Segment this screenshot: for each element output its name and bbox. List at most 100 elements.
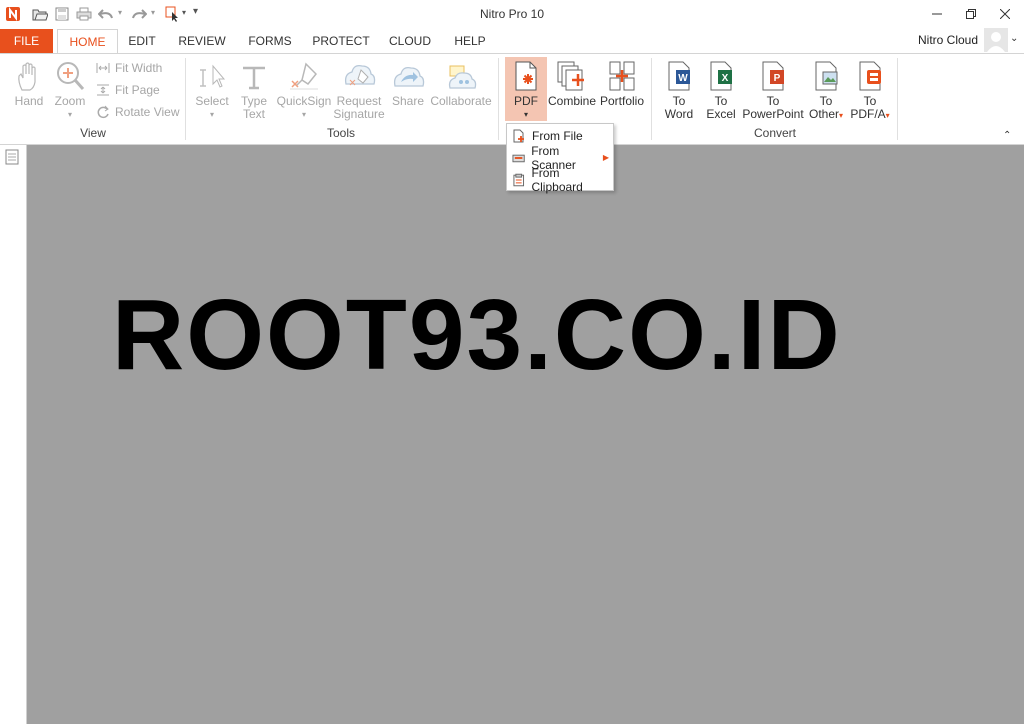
avatar[interactable] <box>984 28 1008 52</box>
share-label: Share <box>391 94 425 108</box>
type-text-label-2: Text <box>242 107 265 121</box>
other-format-icon <box>815 61 838 91</box>
collaborate-button[interactable]: Collaborate <box>430 60 492 108</box>
hand-button[interactable]: Hand <box>12 60 46 108</box>
share-button[interactable]: Share <box>388 60 428 108</box>
request-signature-label-2: Signature <box>333 107 385 121</box>
select-icon <box>200 64 226 88</box>
tab-file[interactable]: FILE <box>0 29 53 53</box>
svg-text:X: X <box>722 73 729 84</box>
to-other-label-2: Other <box>808 107 839 121</box>
account-dropdown-icon[interactable]: ⌄ <box>1010 33 1018 44</box>
new-pdf-icon <box>515 61 537 91</box>
separator <box>897 58 898 140</box>
separator <box>651 58 652 140</box>
select-button[interactable]: Select ▾ <box>194 60 230 121</box>
app-logo-icon[interactable] <box>4 5 22 23</box>
to-powerpoint-label-2: PowerPoint <box>742 107 804 121</box>
open-icon[interactable] <box>31 5 49 23</box>
select-dropdown-icon: ▾ <box>209 110 214 119</box>
fit-width-button[interactable]: Fit Width <box>96 61 162 75</box>
to-pdfa-dropdown-icon: ▾ <box>885 111 890 120</box>
powerpoint-icon: P <box>762 61 784 91</box>
portfolio-button[interactable]: Portfolio <box>599 60 645 108</box>
to-excel-label-2: Excel <box>706 107 736 121</box>
document-text: ROOT93.CO.ID <box>112 279 842 391</box>
tab-protect[interactable]: PROTECT <box>310 29 372 53</box>
fit-page-label: Fit Page <box>115 83 160 97</box>
close-icon[interactable] <box>988 0 1022 28</box>
restore-icon[interactable] <box>954 0 988 28</box>
save-icon[interactable] <box>53 5 71 23</box>
view-group-label: View <box>80 126 106 140</box>
type-text-button[interactable]: Type Text <box>236 60 272 121</box>
pdf-button[interactable]: PDF ▾ <box>505 60 547 121</box>
minimize-icon[interactable] <box>920 0 954 28</box>
undo-icon[interactable] <box>97 5 115 23</box>
undo-dropdown-icon[interactable]: ▾ <box>118 8 122 17</box>
quicksign-dropdown-icon: ▾ <box>301 110 306 119</box>
rotate-icon <box>97 105 109 119</box>
collaborate-icon <box>448 65 477 89</box>
select-label: Select <box>195 94 229 108</box>
zoom-label: Zoom <box>54 94 86 108</box>
type-text-icon <box>243 66 265 90</box>
separator <box>498 58 499 140</box>
document-workspace[interactable] <box>27 145 1024 724</box>
tab-forms[interactable]: FORMS <box>244 29 296 53</box>
customize-icon[interactable]: ▾ <box>193 6 198 17</box>
account-label[interactable]: Nitro Cloud <box>918 33 978 47</box>
to-other-dropdown-icon: ▾ <box>839 111 844 120</box>
collapse-ribbon-icon[interactable]: ⌃ <box>1003 130 1011 141</box>
select-dropdown-icon[interactable]: ▾ <box>182 8 186 17</box>
combine-button[interactable]: Combine <box>548 60 596 108</box>
scanner-icon <box>512 154 525 162</box>
combine-icon <box>557 61 584 91</box>
zoom-icon <box>57 62 85 90</box>
pdfa-icon <box>859 61 881 91</box>
to-other-button[interactable]: To Other▾ <box>804 60 848 122</box>
to-pdfa-button[interactable]: To PDF/A▾ <box>848 60 892 122</box>
quicksign-button[interactable]: QuickSign ▾ <box>276 60 332 121</box>
select-tool-icon[interactable] <box>164 5 182 23</box>
pdf-dropdown-menu: From File From Scanner ▶ From Clipboard <box>506 123 614 194</box>
rotate-view-button[interactable]: Rotate View <box>96 105 179 119</box>
zoom-button[interactable]: Zoom ▾ <box>52 60 88 121</box>
portfolio-label: Portfolio <box>599 94 645 108</box>
request-signature-icon <box>344 64 376 86</box>
tab-review[interactable]: REVIEW <box>174 29 230 53</box>
from-file-icon <box>513 129 524 142</box>
tab-home[interactable]: HOME <box>57 29 118 54</box>
portfolio-icon <box>609 61 635 91</box>
request-signature-button[interactable]: Request Signature <box>332 60 386 121</box>
tab-help[interactable]: HELP <box>450 29 490 53</box>
from-clipboard-label: From Clipboard <box>531 165 583 194</box>
menu-item-from-clipboard[interactable]: From Clipboard <box>509 166 611 194</box>
quicksign-icon <box>290 62 318 90</box>
fit-page-button[interactable]: Fit Page <box>96 83 160 97</box>
collaborate-label: Collaborate <box>430 94 492 108</box>
side-panel <box>0 145 27 724</box>
fit-page-icon <box>97 84 109 96</box>
rotate-view-label: Rotate View <box>115 105 180 119</box>
tools-group-label: Tools <box>326 126 355 140</box>
redo-dropdown-icon[interactable]: ▾ <box>151 8 155 17</box>
redo-icon[interactable] <box>130 5 148 23</box>
tab-cloud[interactable]: CLOUD <box>384 29 436 53</box>
tab-edit[interactable]: EDIT <box>122 29 162 53</box>
zoom-dropdown-icon: ▾ <box>67 110 72 119</box>
page-thumbnails-icon[interactable] <box>5 149 19 168</box>
to-excel-button[interactable]: X To Excel <box>702 60 740 121</box>
separator <box>185 58 186 140</box>
fit-width-icon <box>96 63 110 73</box>
share-icon <box>393 66 425 87</box>
clipboard-icon <box>513 173 525 186</box>
print-icon[interactable] <box>75 5 93 23</box>
word-icon: W <box>668 61 690 91</box>
to-powerpoint-button[interactable]: P To PowerPoint <box>742 60 804 121</box>
quicksign-label: QuickSign <box>276 94 332 108</box>
svg-text:P: P <box>774 73 781 84</box>
excel-icon: X <box>710 61 732 91</box>
to-word-button[interactable]: W To Word <box>660 60 698 121</box>
to-pdfa-label-2: PDF/A <box>850 107 886 121</box>
